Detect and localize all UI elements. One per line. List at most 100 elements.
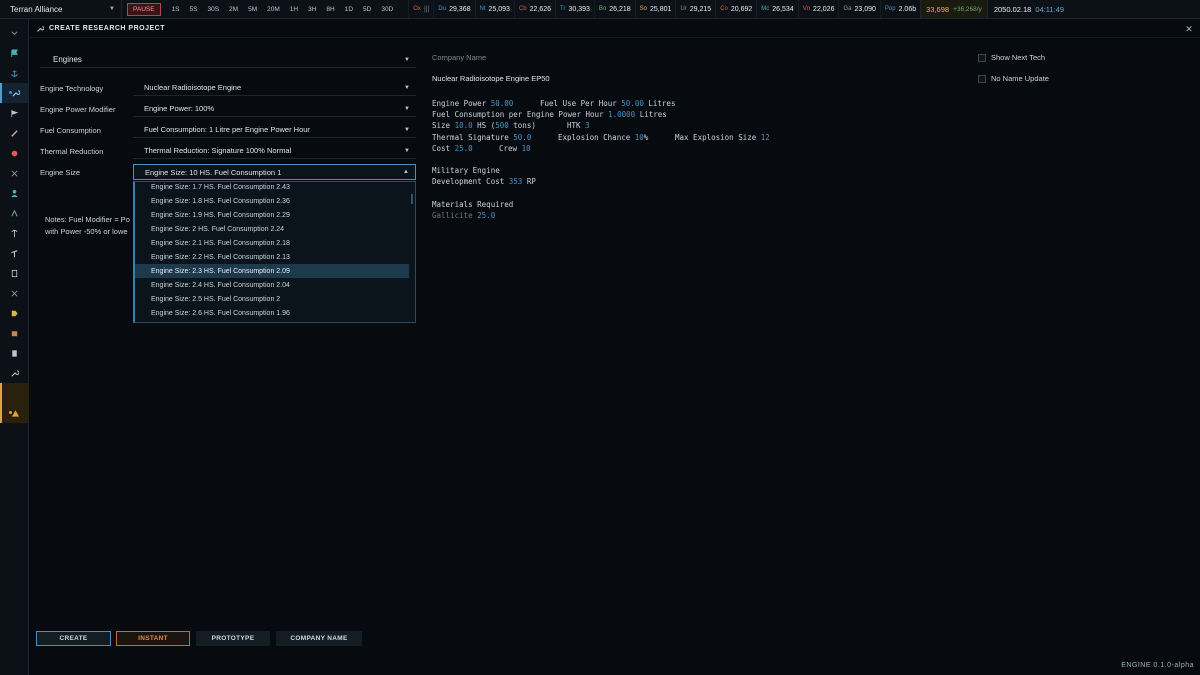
speed-button[interactable]: 30S xyxy=(202,3,224,16)
dropdown-option[interactable]: Engine Size: 1.9 HS. Fuel Consumption 2.… xyxy=(135,208,409,222)
resource-bars-icon: ||| xyxy=(423,5,430,13)
engine-size-dropdown[interactable]: Engine Size: 1.7 HS. Fuel Consumption 2.… xyxy=(133,181,416,323)
pause-button[interactable]: PAUSE xyxy=(127,2,161,16)
resource-item: Ox ||| xyxy=(408,0,433,18)
engine-power-modifier-value: Engine Power: 100% xyxy=(144,104,215,113)
speed-button[interactable]: 5M xyxy=(243,3,262,16)
speed-button[interactable]: 5S xyxy=(185,3,203,16)
faction-name: Terran Alliance xyxy=(10,4,63,14)
resource-item: Tr 30,393 xyxy=(555,0,594,18)
dev-cost-value: 353 xyxy=(508,177,523,187)
no-name-update-checkbox[interactable]: No Name Update xyxy=(978,74,1049,83)
htk-label: HTK xyxy=(567,121,581,131)
dropdown-option[interactable]: Engine Size: 2.6 HS. Fuel Consumption 1.… xyxy=(135,306,409,320)
company-name-value: Nuclear Radioisotope Engine EP50 xyxy=(432,74,550,83)
chevron-down-icon: ▼ xyxy=(404,105,410,112)
engine-power-label: Engine Power xyxy=(432,99,487,108)
sidebar-item-flag[interactable] xyxy=(0,43,29,63)
project-type-select[interactable]: Engines ▼ xyxy=(40,52,416,68)
checkbox-box[interactable] xyxy=(978,74,986,83)
sidebar-item-battle[interactable] xyxy=(0,283,29,303)
engine-size-value: Engine Size: 10 HS. Fuel Consumption 1 xyxy=(145,167,282,177)
dropdown-option[interactable]: Engine Size: 2 HS. Fuel Consumption 2.24 xyxy=(135,222,409,236)
thermal-reduction-label: Thermal Reduction xyxy=(40,147,104,156)
speed-button[interactable]: 20M xyxy=(262,3,285,16)
resource-value: 2.06b xyxy=(898,5,917,13)
sidebar-item-missile[interactable] xyxy=(0,123,29,143)
company-name-button[interactable]: COMPANY NAME xyxy=(276,631,362,646)
engine-size-label: Engine Size xyxy=(40,168,81,177)
warning-icon xyxy=(11,409,20,417)
speed-button[interactable]: 8H xyxy=(321,3,339,16)
resource-abbr: Vn xyxy=(802,6,811,12)
sidebar-item-logs[interactable] xyxy=(0,343,29,363)
explosion-chance-label: Explosion Chance xyxy=(558,132,631,142)
dropdown-scrollbar[interactable] xyxy=(411,194,413,204)
notes-text: Notes: Fuel Modifier = Po with Power -50… xyxy=(45,214,137,238)
sidebar-item-alerts[interactable] xyxy=(0,384,29,404)
sidebar-item-telescope[interactable] xyxy=(0,243,29,263)
engine-power-modifier-row: Engine Power Modifier Engine Power: 100%… xyxy=(40,101,416,117)
checkbox-box[interactable] xyxy=(978,53,986,62)
speed-button[interactable]: 1H xyxy=(285,3,303,16)
sidebar-item-reports[interactable] xyxy=(0,263,29,283)
sidebar-item-warning[interactable] xyxy=(0,403,29,423)
speed-button[interactable]: 1S xyxy=(167,3,185,16)
pickaxe-icon xyxy=(11,229,18,237)
sidebar-item-fleet[interactable] xyxy=(0,103,29,123)
speed-button[interactable]: 3H xyxy=(303,3,321,16)
create-button[interactable]: CREATE xyxy=(36,631,111,646)
speed-button[interactable]: 1D xyxy=(340,3,358,16)
sidebar-item-personnel[interactable] xyxy=(0,183,29,203)
dropdown-option[interactable]: Engine Size: 2.5 HS. Fuel Consumption 2 xyxy=(135,292,409,306)
resource-abbr: Bo xyxy=(598,6,607,12)
chevron-down-icon: ▼ xyxy=(404,147,410,154)
show-next-tech-checkbox[interactable]: Show Next Tech xyxy=(978,53,1045,62)
sidebar-item-ground[interactable] xyxy=(0,203,29,223)
window-titlebar: CREATE RESEARCH PROJECT ✕ xyxy=(30,20,1200,38)
resource-item: Cb 22,626 xyxy=(513,0,555,18)
window-title: CREATE RESEARCH PROJECT xyxy=(49,25,165,32)
prototype-button[interactable]: PROTOTYPE xyxy=(196,631,270,646)
sidebar-collapse[interactable] xyxy=(0,23,29,43)
thermal-reduction-select[interactable]: Thermal Reduction: Signature 100% Normal… xyxy=(133,143,416,159)
speed-button[interactable]: 2M xyxy=(224,3,243,16)
sidebar-item-combat[interactable] xyxy=(0,163,29,183)
sidebar-item-cargo[interactable] xyxy=(0,323,29,343)
sidebar-item-mining[interactable] xyxy=(0,223,29,243)
dropdown-option[interactable]: Engine Size: 2.2 HS. Fuel Consumption 2.… xyxy=(135,250,409,264)
project-type-value: Engines xyxy=(53,55,82,64)
fuel-per-power-unit: Litres xyxy=(639,110,667,120)
engine-power-modifier-select[interactable]: Engine Power: 100% ▼ xyxy=(133,101,416,117)
resource-value: 22,626 xyxy=(529,5,552,13)
close-icon[interactable]: ✕ xyxy=(1184,24,1194,34)
dropdown-option[interactable]: Engine Size: 2.3 HS. Fuel Consumption 2.… xyxy=(135,264,409,278)
dropdown-option[interactable]: Engine Size: 2.1 HS. Fuel Consumption 2.… xyxy=(135,236,409,250)
military-engine-text: Military Engine xyxy=(432,166,500,176)
stat-spacer xyxy=(432,154,667,165)
size-label: Size xyxy=(432,121,451,131)
sidebar-item-target[interactable] xyxy=(0,143,29,163)
instant-button[interactable]: INSTANT xyxy=(116,631,190,646)
engine-technology-select[interactable]: Nuclear Radioisotope Engine ▼ xyxy=(133,80,416,96)
dev-cost-unit: RP xyxy=(526,177,536,187)
size-unit: HS xyxy=(477,121,487,131)
dropdown-option[interactable]: Engine Size: 1.7 HS. Fuel Consumption 2.… xyxy=(135,182,409,194)
faction-selector[interactable]: Terran Alliance ▼ xyxy=(0,0,122,18)
engine-size-select[interactable]: Engine Size: 10 HS. Fuel Consumption 1 ▲ xyxy=(133,164,416,180)
fuel-consumption-select[interactable]: Fuel Consumption: 1 Litre per Engine Pow… xyxy=(133,122,416,138)
dropdown-option[interactable]: Engine Size: 2.4 HS. Fuel Consumption 2.… xyxy=(135,278,409,292)
warning-dot xyxy=(9,411,12,414)
telescope-icon xyxy=(11,249,18,257)
dropdown-option[interactable]: Engine Size: 1.8 HS. Fuel Consumption 2.… xyxy=(135,194,409,208)
chevron-down-icon: ▼ xyxy=(404,126,410,133)
resource-item: Nt 25,093 xyxy=(474,0,514,18)
size-value: 10.0 xyxy=(454,121,473,131)
speed-button[interactable]: 5D xyxy=(358,3,376,16)
sidebar-item-research[interactable] xyxy=(0,83,29,103)
sidebar-item-tools[interactable] xyxy=(0,363,29,383)
speed-button[interactable]: 30D xyxy=(376,3,398,16)
sidebar-item-anchor[interactable] xyxy=(0,63,29,83)
sidebar-item-trade[interactable] xyxy=(0,303,29,323)
document-icon xyxy=(12,349,17,357)
